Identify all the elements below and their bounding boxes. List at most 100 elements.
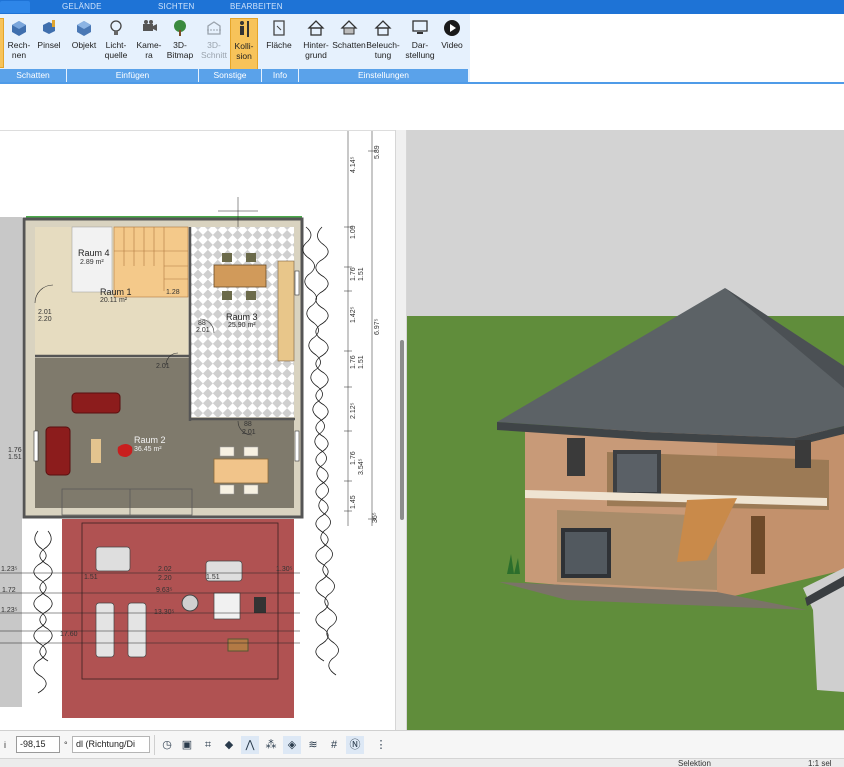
hintergrund-button[interactable]: Hinter- grund [300, 18, 332, 70]
tab-gelaende[interactable]: GELÄNDE [62, 2, 102, 11]
flaeche-button[interactable]: Fläche [264, 18, 294, 70]
dim-label: 2.01 [156, 363, 170, 370]
dim-label: 1.76 [8, 447, 22, 454]
cube-icon [12, 21, 26, 36]
object-cube-icon [77, 21, 91, 36]
walk-icon[interactable]: ⋀ [241, 736, 259, 754]
objekt-button[interactable]: Objekt [70, 18, 98, 70]
rechnen-label: Rech- nen [7, 40, 31, 60]
dim-label: 6.97⁵ [374, 318, 381, 335]
angle-label: i [4, 740, 6, 750]
status-scale: 1:1 sel [808, 759, 832, 767]
area-icon [273, 20, 285, 36]
layer-icon[interactable]: ◈ [283, 736, 301, 754]
kollision-button[interactable]: Kolli- sion [230, 18, 258, 70]
schnitt-button[interactable]: 3D- Schnitt [200, 18, 228, 70]
3d-scene[interactable] [407, 130, 844, 730]
room-area: 36.45 m² [134, 446, 162, 453]
rechnen-button[interactable]: Rech- nen [6, 18, 32, 70]
toolbar-separator [154, 735, 155, 755]
camera-icon [143, 20, 157, 31]
beleuchtung-button[interactable]: Beleuch- tung [366, 18, 400, 70]
room-area: 2.89 m² [80, 259, 104, 266]
flaeche-label: Fläche [266, 40, 292, 50]
bitmap-button[interactable]: 3D- Bitmap [164, 18, 196, 70]
tab-bearbeiten[interactable]: BEARBEITEN [230, 2, 283, 11]
dim-label: 1.72 [2, 587, 16, 594]
dim-label: 88 [198, 320, 206, 327]
dim-label: 1.28 [166, 289, 180, 296]
dim-label: 13.30⁵ [154, 609, 175, 616]
house-shadow-icon [340, 20, 358, 35]
dim-label: 88 [244, 421, 252, 428]
splitter-handle[interactable] [400, 340, 404, 520]
floor-plan-view[interactable]: Raum 4 2.89 m² Raum 1 20.11 m² Raum 3 25… [0, 130, 405, 718]
room-label[interactable]: Raum 4 [78, 248, 110, 258]
ribbon-tab-strip: GELÄNDE SICHTEN BEARBEITEN [0, 0, 844, 14]
dim-label: 3.54⁵ [358, 458, 365, 475]
ribbon: Rech- nen Pinsel Objekt Licht- quelle Ka… [0, 14, 470, 82]
active-tab-accent[interactable] [0, 1, 30, 13]
clock-icon[interactable]: ◷ [158, 736, 176, 754]
app-window: GELÄNDE SICHTEN BEARBEITEN Rech- nen Pin… [0, 0, 844, 767]
group-schatten: Schatten [0, 69, 66, 82]
view-splitter[interactable] [395, 130, 407, 730]
room-label[interactable]: Raum 2 [134, 435, 166, 445]
room-area: 25.90 m² [228, 322, 256, 329]
dim-label: 1.09 [350, 225, 357, 239]
dim-label: 2.01 [242, 429, 256, 436]
objekt-label: Objekt [71, 40, 97, 50]
dim-label: 1.76 [350, 355, 357, 369]
lichtquelle-button[interactable]: Licht- quelle [102, 18, 130, 70]
dim-label: 1.30⁵ [276, 566, 293, 573]
kamera-label: Kame- ra [136, 40, 162, 60]
texture-icon[interactable]: ≋ [304, 736, 322, 754]
ribbon-empty-area [470, 14, 844, 82]
schnitt-label: 3D- Schnitt [201, 40, 227, 60]
dim-label: 5.89 [374, 145, 381, 159]
pinsel-button[interactable]: Pinsel [36, 18, 62, 70]
beleuchtung-label: Beleuch- tung [366, 40, 400, 60]
grid-icon[interactable]: # [325, 736, 343, 754]
dim-label: 1.51 [206, 574, 220, 581]
video-button[interactable]: Video [438, 18, 466, 70]
lightbulb-icon [110, 20, 122, 35]
darstellung-button[interactable]: Dar- stellung [404, 18, 436, 70]
room-label[interactable]: Raum 1 [100, 287, 132, 297]
group-einfuegen: Einfügen [67, 69, 198, 82]
kamera-button[interactable]: Kame- ra [134, 18, 164, 70]
3d-view[interactable] [407, 130, 844, 730]
dim-label: 1.45 [350, 495, 357, 509]
shadow-tool-button[interactable] [0, 18, 4, 68]
camera-view-icon[interactable]: ⌗ [199, 736, 217, 754]
dim-label: 2.01 [38, 309, 52, 316]
darstellung-label: Dar- stellung [405, 40, 435, 60]
dim-label: 1.42⁵ [350, 306, 357, 323]
dim-label: 1.51 [8, 454, 22, 461]
north-icon[interactable]: Ⓝ [346, 736, 364, 754]
dim-label: 17.60 [60, 631, 78, 638]
angle-input[interactable]: -98,15 [16, 736, 60, 753]
direction-select[interactable]: dl (Richtung/Di [72, 736, 150, 753]
paint-icon[interactable]: ◆ [220, 736, 238, 754]
person-collision-icon [240, 21, 249, 37]
dim-label: 2.02 [158, 566, 172, 573]
group-icon[interactable]: ⁂ [262, 736, 280, 754]
dim-label: 1.76 [350, 451, 357, 465]
pinsel-label: Pinsel [37, 40, 61, 50]
angle-unit: ° [64, 740, 68, 750]
status-bar: Selektion 1:1 sel [0, 758, 844, 767]
floor-plan-canvas[interactable] [0, 131, 405, 718]
schatten-button[interactable]: Schatten [332, 18, 366, 70]
room-area: 20.11 m² [100, 297, 128, 304]
dim-label: 1.76 [350, 267, 357, 281]
dim-label: 2.12⁵ [350, 402, 357, 419]
screen-icon[interactable]: ▣ [178, 736, 196, 754]
dim-label: 9.63⁵ [156, 587, 173, 594]
house-background-icon [307, 20, 325, 36]
schatten-label: Schatten [332, 40, 366, 50]
dim-label: 1.51 [358, 267, 365, 281]
more-menu-icon[interactable]: ⋮ [372, 736, 390, 754]
room-label[interactable]: Raum 3 [226, 312, 258, 322]
tab-sichten[interactable]: SICHTEN [158, 2, 195, 11]
